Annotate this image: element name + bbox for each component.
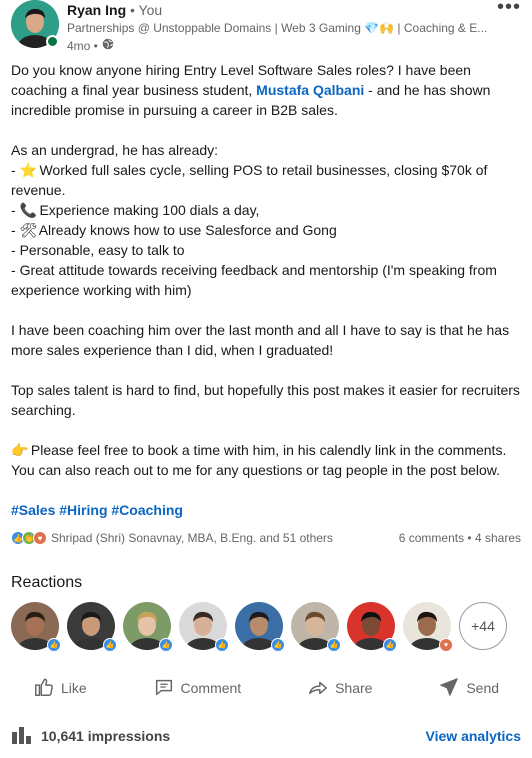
reactor-avatar[interactable]: 👍: [291, 602, 341, 652]
post-time: 4mo •: [67, 38, 98, 53]
author-headline: Partnerships @ Unstoppable Domains | Web…: [67, 21, 488, 35]
impressions: 10,641 impressions: [11, 726, 170, 747]
reaction-icons: 👍 👏 ♥: [11, 531, 47, 545]
author-avatar[interactable]: [11, 0, 59, 48]
hashtags[interactable]: #Sales #Hiring #Coaching: [11, 500, 523, 520]
list-heading: As an undergrad, he has already:: [11, 142, 219, 158]
list-item: - Personable, easy to talk to: [11, 242, 185, 258]
reactor-avatar[interactable]: 👍: [123, 602, 173, 652]
mention-link[interactable]: Mustafa Qalbani: [256, 82, 364, 98]
like-badge-icon: 👍: [383, 638, 397, 652]
reactor-avatar[interactable]: 👍: [235, 602, 285, 652]
love-badge-icon: ♥: [439, 638, 453, 652]
list-item: - Great attitude towards receiving feedb…: [11, 262, 497, 298]
reactions-summary[interactable]: 👍 👏 ♥ Shripad (Shri) Sonavnay, MBA, B.En…: [11, 531, 333, 545]
reactors-text[interactable]: Shripad (Shri) Sonavnay, MBA, B.Eng. and…: [51, 531, 333, 545]
like-badge-icon: 👍: [47, 638, 61, 652]
like-badge-icon: 👍: [215, 638, 229, 652]
reactions-heading: Reactions: [11, 574, 83, 591]
like-badge-icon: 👍: [327, 638, 341, 652]
globe-icon: [102, 38, 114, 53]
list-item: - ⭐ Worked full sales cycle, selling POS…: [11, 162, 488, 198]
reactor-avatar[interactable]: 👍: [11, 602, 61, 652]
send-icon: [438, 676, 460, 701]
reactors-list: 👍 👍 👍 👍 👍 👍 👍 ♥ +44: [11, 602, 507, 652]
phone-icon: 📞: [19, 202, 37, 218]
author-name[interactable]: Ryan Ing: [67, 2, 126, 18]
post-paragraph: I have been coaching him over the last m…: [11, 322, 510, 358]
post-intro: Do you know anyone hiring Entry Level So…: [11, 62, 491, 118]
reactor-avatar[interactable]: 👍: [347, 602, 397, 652]
comment-button[interactable]: Comment: [143, 668, 252, 708]
post-header: Ryan Ing • You Partnerships @ Unstoppabl…: [11, 0, 521, 56]
pointing-hand-icon: 👉: [11, 442, 29, 458]
action-bar: Like Comment Share Send: [0, 668, 532, 708]
view-analytics-link[interactable]: View analytics: [426, 728, 521, 744]
like-badge-icon: 👍: [159, 638, 173, 652]
author-relation: • You: [130, 2, 163, 18]
post-list: As an undergrad, he has already: - ⭐ Wor…: [11, 140, 523, 300]
love-reaction-icon: ♥: [33, 531, 47, 545]
list-item: - 🛠 Already knows how to use Salesforce …: [11, 222, 337, 238]
reactor-avatar[interactable]: 👍: [67, 602, 117, 652]
like-button[interactable]: Like: [23, 668, 97, 708]
like-badge-icon: 👍: [271, 638, 285, 652]
more-reactors-button[interactable]: +44: [459, 602, 507, 650]
post-paragraph: Top sales talent is hard to find, but ho…: [11, 382, 520, 418]
post-meta: 4mo •: [67, 38, 114, 53]
post-body: Do you know anyone hiring Entry Level So…: [11, 60, 523, 540]
comments-count[interactable]: 6 comments: [399, 531, 464, 545]
reactor-avatar[interactable]: 👍: [179, 602, 229, 652]
send-button[interactable]: Send: [428, 668, 509, 708]
bar-chart-icon: [11, 726, 33, 747]
shares-count[interactable]: 4 shares: [475, 531, 521, 545]
share-button[interactable]: Share: [297, 668, 382, 708]
comment-icon: [153, 676, 175, 701]
engagement-counts: 6 comments • 4 shares: [398, 531, 521, 545]
impressions-count: 10,641 impressions: [41, 728, 171, 744]
tools-icon: 🛠: [19, 222, 38, 238]
star-icon: ⭐: [19, 162, 37, 178]
thumbs-up-icon: [33, 676, 55, 701]
reactor-avatar[interactable]: ♥: [403, 602, 453, 652]
like-badge-icon: 👍: [103, 638, 117, 652]
list-item: - 📞 Experience making 100 dials a day,: [11, 202, 260, 218]
analytics-footer: 10,641 impressions View analytics: [11, 724, 521, 748]
share-icon: [307, 676, 329, 701]
author-name-line: Ryan Ing • You: [67, 2, 162, 18]
post-paragraph: 👉 Please feel free to book a time with h…: [11, 442, 507, 478]
online-status-dot: [46, 35, 59, 48]
social-counts: 👍 👏 ♥ Shripad (Shri) Sonavnay, MBA, B.En…: [11, 528, 521, 548]
more-options-button[interactable]: •••: [497, 0, 521, 17]
